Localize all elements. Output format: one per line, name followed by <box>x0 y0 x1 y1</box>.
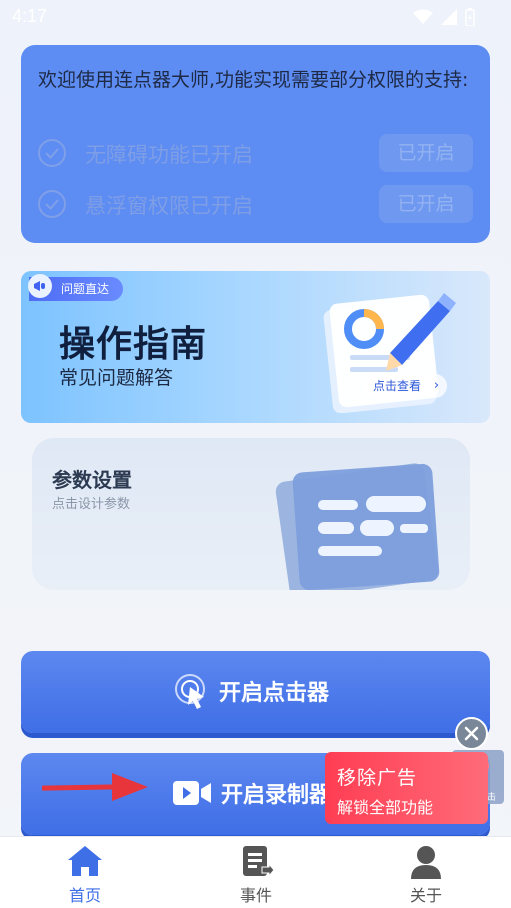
start-recorder-label: 开启录制器 <box>221 783 332 808</box>
status-time: 4:17 <box>12 6 48 26</box>
guide-title: 操作指南 <box>59 324 208 365</box>
wifi-icon <box>413 9 433 24</box>
guide-tag-label: 问题直达 <box>61 282 110 296</box>
tap-icon <box>175 674 205 709</box>
nav-label-home: 首页 <box>68 886 101 905</box>
permission-row-accessibility: 无障碍功能已开启 已开启 <box>37 134 473 172</box>
battery-icon <box>465 8 475 26</box>
document-icon <box>243 846 274 878</box>
nav-item-home[interactable]: 首页 <box>25 837 145 908</box>
nav-label-about: 关于 <box>409 886 442 905</box>
home-icon <box>68 846 102 876</box>
person-icon <box>411 846 441 879</box>
check-circle-icon <box>38 139 66 167</box>
remove-ads-subtitle: 解锁全部功能 <box>337 798 434 817</box>
red-arrow-icon <box>41 773 148 801</box>
status-icons <box>413 8 475 26</box>
accessibility-status-label: 无障碍功能已开启 <box>85 143 253 167</box>
start-clicker-label: 开启点击器 <box>219 681 330 706</box>
chevron-right-icon: › <box>433 378 440 393</box>
permission-row-overlay: 悬浮窗权限已开启 已开启 <box>37 185 473 223</box>
params-subtitle: 点击设计参数 <box>52 497 131 512</box>
permission-title: 欢迎使用连点器大师,功能实现需要部分权限的支持: <box>38 69 469 91</box>
megaphone-icon <box>28 274 52 298</box>
guide-view-label: 点击查看 <box>373 379 422 393</box>
remove-ads-title: 移除广告 <box>337 767 418 789</box>
close-icon <box>464 726 479 741</box>
nav-item-events[interactable]: 事件 <box>196 837 316 908</box>
params-title: 参数设置 <box>52 468 132 492</box>
signal-icon <box>441 9 457 25</box>
accessibility-enabled-button[interactable]: 已开启 <box>379 134 473 172</box>
nav-item-about[interactable]: 关于 <box>366 837 486 908</box>
overlay-status-label: 悬浮窗权限已开启 <box>85 194 253 218</box>
guide-banner[interactable]: 问题直达 操作指南 常见问题解答 点击查看 › <box>21 271 490 423</box>
settings-sheet-illustration <box>275 463 440 590</box>
nav-label-events: 事件 <box>239 886 272 905</box>
permission-card: 欢迎使用连点器大师,功能实现需要部分权限的支持: 无障碍功能已开启 已开启 悬浮… <box>21 45 490 243</box>
overlay-enabled-button[interactable]: 已开启 <box>379 185 473 223</box>
ad-close-button[interactable] <box>455 717 488 750</box>
start-clicker-button[interactable]: 开启点击器 <box>21 651 490 733</box>
status-bar: 4:17 <box>0 0 511 34</box>
guide-view-button[interactable]: 点击查看 › <box>363 374 448 398</box>
params-card[interactable]: 参数设置 点击设计参数 <box>32 438 470 590</box>
bottom-nav: 首页 事件 关于 <box>0 836 511 908</box>
remove-ads-promo[interactable]: 移除广告 解锁全部功能 <box>325 752 488 824</box>
guide-subtitle: 常见问题解答 <box>59 367 174 389</box>
video-camera-icon <box>173 781 211 805</box>
check-circle-icon <box>38 190 66 218</box>
